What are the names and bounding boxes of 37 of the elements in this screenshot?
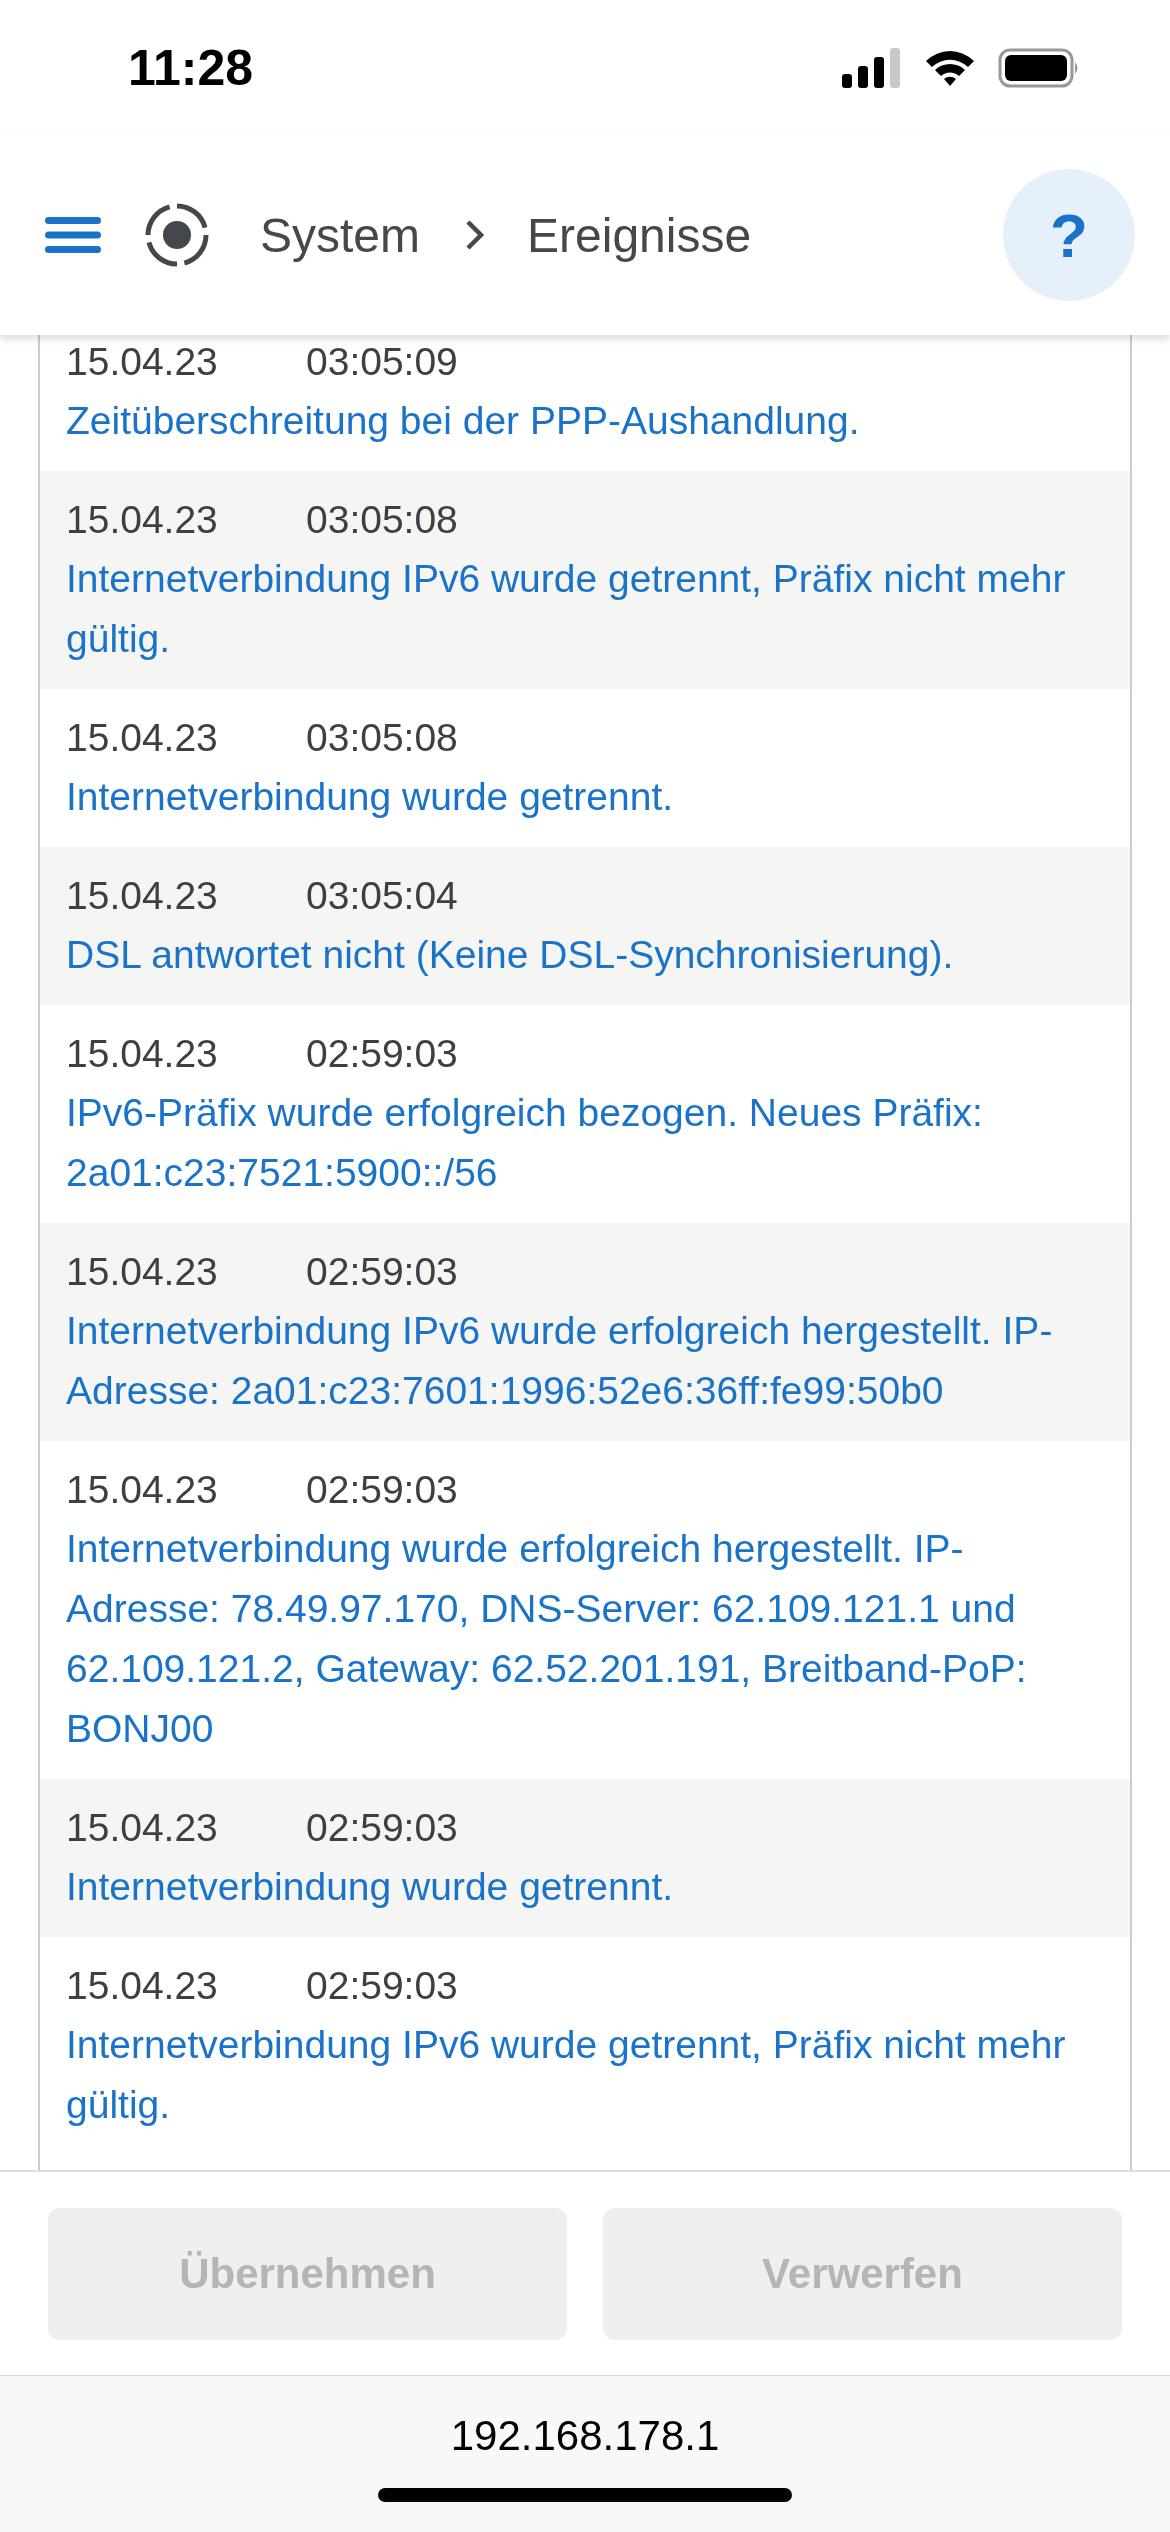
- event-date: 15.04.23: [66, 498, 219, 542]
- event-time: 03:05:08: [306, 498, 458, 542]
- event-date: 15.04.23: [66, 1468, 219, 1512]
- event-message: Zeitüberschreitung bei der PPP-Aushandlung.: [66, 398, 861, 444]
- event-message: Internetverbindung IPv6 wurde getrennt, Präfix nicht mehr gültig.: [66, 556, 1067, 662]
- event-message: Internetverbindung wurde erfolgreich hergestellt. IP-Adresse: 78.49.97.170, DNS-Server: 62.109.121.1 und 62.109.121.2, Gateway: 62.52.201.191, Breitband-PoP: BONJ00: [66, 1526, 1028, 1752]
- event-date: 15.04.23: [66, 340, 219, 384]
- event-message: DSL antwortet nicht (Keine DSL-Synchronisierung).: [66, 932, 955, 978]
- event-message: Internetverbindung wurde getrennt.: [66, 1864, 675, 1910]
- event-time: 03:05:08: [306, 716, 458, 760]
- event-time: 02:59:03: [306, 1032, 458, 1076]
- event-date: 15.04.23: [66, 1032, 219, 1076]
- event-message: Internetverbindung IPv6 wurde getrennt, Präfix nicht mehr gültig.: [66, 2022, 1067, 2128]
- event-message: IPv6-Präfix wurde erfolgreich bezogen. Neues Präfix: 2a01:c23:7521:5900::/56: [66, 1090, 984, 1196]
- event-date: 15.04.23: [66, 874, 219, 918]
- event-time: 03:05:09: [306, 340, 458, 384]
- event-time: 03:05:04: [306, 874, 458, 918]
- event-date: 15.04.23: [66, 1964, 219, 2008]
- status-time: 11:28: [128, 38, 254, 97]
- event-time: 02:59:03: [306, 1964, 458, 2008]
- battery-icon: [998, 47, 1080, 88]
- url-address[interactable]: 192.168.178.1: [450, 2412, 720, 2460]
- event-message: Internetverbindung wurde getrennt.: [66, 774, 675, 820]
- event-time: 02:59:03: [306, 1468, 458, 1512]
- chevron-right-icon: [465, 219, 486, 251]
- event-date: 15.04.23: [66, 1806, 219, 1850]
- event-time: 02:59:03: [306, 1250, 458, 1294]
- event-date: 15.04.23: [66, 716, 219, 760]
- menu-icon[interactable]: [45, 215, 101, 255]
- breadcrumb-item: Ereignisse: [527, 207, 752, 263]
- breadcrumb-item[interactable]: System: [260, 207, 421, 263]
- signal-icon: [842, 47, 902, 88]
- event-date: 15.04.23: [66, 1250, 219, 1294]
- event-message: Internetverbindung IPv6 wurde erfolgreich hergestellt. IP-Adresse: 2a01:c23:7601:1996:52e6:36ff:fe99:50b0: [66, 1308, 1054, 1414]
- help-button[interactable]: ?: [1003, 169, 1135, 301]
- target-icon: [144, 202, 210, 268]
- event-time: 02:59:03: [306, 1806, 458, 1850]
